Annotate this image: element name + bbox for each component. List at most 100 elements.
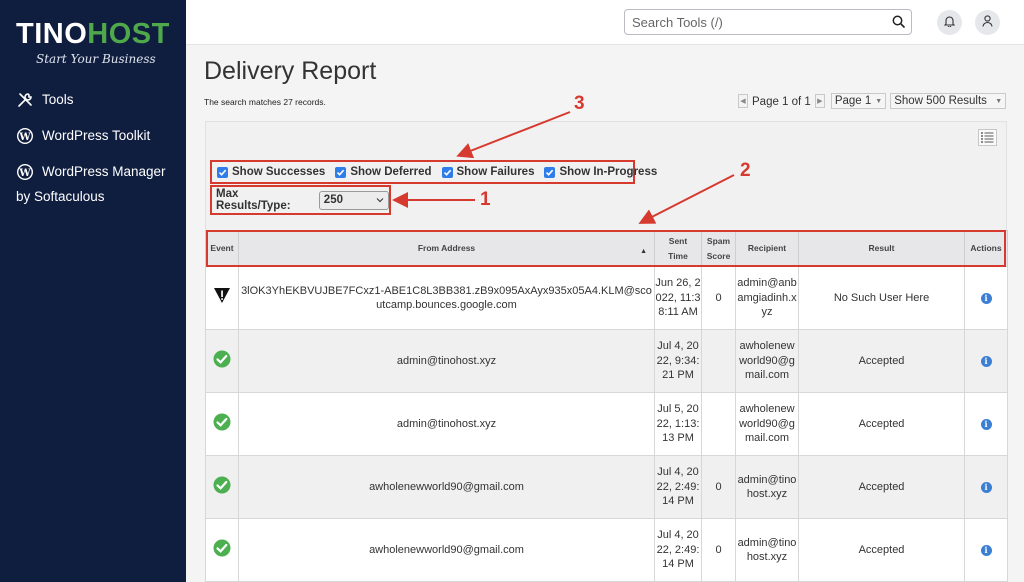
show-failures-checkbox[interactable]: Show Failures [441,166,534,178]
annotation-number-2: 2 [740,160,751,181]
next-page-button[interactable]: ▶ [814,94,825,108]
actions-cell: i [964,518,1008,582]
spam-score-cell: 0 [701,266,736,330]
sent-time-cell: Jul 4, 2022, 2:49:14 PM [654,518,702,582]
sort-ascending-icon: ▲ [640,248,647,255]
sidebar-item-label: Tools [42,92,74,107]
svg-text:W: W [18,132,31,143]
table-row: admin@tinohost.xyz Jul 5, 2022, 1:13:13 … [205,392,1008,456]
delivery-report-table: Event From Address ▲ Sent Time Spam Score … [205,230,1008,582]
checkbox-checked-icon [335,166,347,178]
from-address-cell: admin@tinohost.xyz [238,329,655,393]
event-filter-group: Show Successes Show Deferred Show Failur… [210,160,657,184]
prev-page-button[interactable]: ◀ [738,94,748,108]
result-cell: Accepted [798,518,965,582]
pagination: ◀ Page 1 of 1 ▶ Page 1 ▼ Show 500 Results… [738,93,1007,109]
success-check-icon [213,350,231,368]
spam-score-cell: 0 [701,455,736,519]
success-check-icon [213,539,231,557]
user-icon [982,14,993,32]
recipient-cell: awholenewworld90@gmail.com [735,329,799,393]
max-results-label: Max Results/Type: [216,188,291,212]
event-cell [205,266,239,330]
tools-icon [16,91,34,109]
user-menu-button[interactable] [975,10,1000,35]
column-header-recipient[interactable]: Recipient [735,230,799,267]
recipient-cell: admin@tinohost.xyz [735,518,799,582]
sidebar-item-wordpress-manager[interactable]: W WordPress Manager by Softaculous [16,162,181,206]
info-icon[interactable]: i [980,418,992,430]
checkbox-checked-icon [217,166,228,178]
event-cell [205,392,239,456]
show-in-progress-checkbox[interactable]: Show In-Progress [544,166,657,178]
recipient-cell: awholenewworld90@gmail.com [735,392,799,456]
result-cell: Accepted [798,329,965,393]
sent-time-cell: Jun 26, 2022, 11:38:11 AM [654,266,702,330]
sent-time-cell: Jul 5, 2022, 1:13:13 PM [654,392,702,456]
info-icon[interactable]: i [980,544,992,556]
bell-icon [943,14,956,32]
top-header [186,0,1024,45]
from-address-cell: 3lOK3YhEKBVUJBE7FCxz1-ABE1C8L3BB381.zB9x… [238,266,655,330]
show-deferred-checkbox[interactable]: Show Deferred [335,166,432,178]
brand-name: TINOHOST [16,18,170,50]
spam-score-cell: 0 [701,518,736,582]
actions-cell: i [964,392,1008,456]
page-info: Page 1 of 1 [752,96,811,108]
chevron-down-icon [376,198,384,203]
column-header-from-address[interactable]: From Address ▲ [238,230,655,267]
column-header-spam-score[interactable]: Spam Score [701,230,736,267]
result-cell: No Such User Here [798,266,965,330]
search-match-count: The search matches 27 records. [204,97,326,107]
show-successes-checkbox[interactable]: Show Successes [217,166,325,178]
actions-cell: i [964,329,1008,393]
wordpress-icon: W [16,163,34,181]
sent-time-cell: Jul 4, 2022, 2:49:14 PM [654,455,702,519]
max-results-group: Max Results/Type: 250 [210,185,391,215]
recipient-cell: admin@tinohost.xyz [735,455,799,519]
sidebar-item-tools[interactable]: Tools [16,90,181,109]
column-header-actions: Actions [964,230,1008,267]
event-cell [205,455,239,519]
annotation-number-3: 3 [574,93,585,114]
table-row: admin@tinohost.xyz Jul 4, 2022, 9:34:21 … [205,329,1008,393]
sidebar-nav: Tools W WordPress Toolkit W WordPress Ma… [16,90,181,223]
search-input[interactable] [625,10,875,34]
table-row: awholenewworld90@gmail.com Jul 4, 2022, … [205,518,1008,582]
column-header-result[interactable]: Result [798,230,965,267]
result-cell: Accepted [798,392,965,456]
checkbox-checked-icon [441,166,453,178]
info-icon[interactable]: i [980,355,992,367]
sidebar-item-sublabel: by Softaculous [16,189,105,204]
column-toggle-button[interactable] [978,129,997,146]
info-icon[interactable]: i [980,292,992,304]
from-address-cell: admin@tinohost.xyz [238,392,655,456]
success-check-icon [213,476,231,494]
column-header-sent-time[interactable]: Sent Time [654,230,702,267]
event-cell [205,518,239,582]
info-icon[interactable]: i [980,481,992,493]
sidebar-item-wordpress-toolkit[interactable]: W WordPress Toolkit [16,126,181,145]
search-box [624,9,912,35]
page-title: Delivery Report [204,57,377,85]
notifications-button[interactable] [937,10,962,35]
table-header-row: Event From Address ▲ Sent Time Spam Score … [205,230,1008,267]
sent-time-cell: Jul 4, 2022, 9:34:21 PM [654,329,702,393]
sidebar: TINOHOST Start Your Business Tools W Wor… [0,0,186,582]
page-select[interactable]: Page 1 ▼ [830,93,887,109]
actions-cell: i [964,266,1008,330]
brand-logo[interactable]: TINOHOST Start Your Business [16,18,176,66]
search-icon[interactable] [892,15,905,33]
chevron-down-icon: ▼ [995,97,1003,105]
brand-tagline: Start Your Business [36,52,156,66]
table-row: awholenewworld90@gmail.com Jul 4, 2022, … [205,455,1008,519]
from-address-cell: awholenewworld90@gmail.com [238,455,655,519]
success-check-icon [213,413,231,431]
max-results-select[interactable]: 250 [318,190,389,210]
list-icon [981,132,994,143]
chevron-down-icon: ▼ [875,97,883,105]
from-address-cell: awholenewworld90@gmail.com [238,518,655,582]
column-header-event[interactable]: Event [205,230,239,267]
actions-cell: i [964,455,1008,519]
results-per-page-select[interactable]: Show 500 Results ▼ [890,93,1007,109]
